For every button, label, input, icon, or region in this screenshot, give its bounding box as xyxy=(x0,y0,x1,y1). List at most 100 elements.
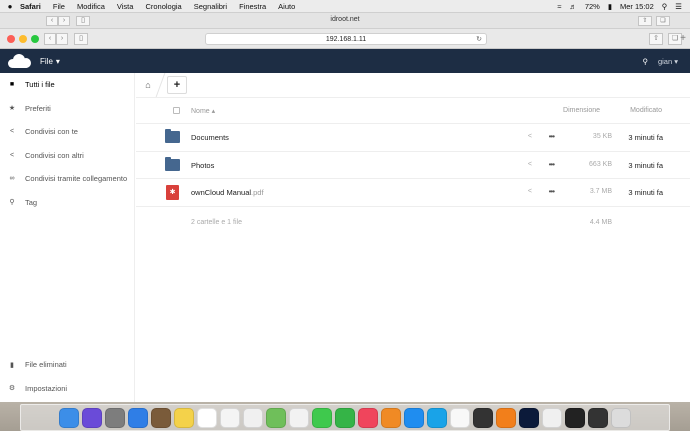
nav-shared-with-you[interactable]: < Condivisi con te xyxy=(0,120,134,144)
clock[interactable]: Mer 15:02 xyxy=(620,2,654,11)
nav-all-files[interactable]: ■ Tutti i file xyxy=(0,73,134,97)
finder-icon[interactable] xyxy=(59,407,79,428)
file-name[interactable]: Photos xyxy=(191,161,214,170)
launchpad-icon[interactable] xyxy=(105,407,125,428)
chrome-icon[interactable] xyxy=(542,407,562,428)
share-icon[interactable]: < xyxy=(528,188,532,195)
reminders-icon[interactable] xyxy=(243,407,263,428)
tab-bar: ‹ › ▯ idroot.net ⇧ ❏ xyxy=(0,13,690,29)
photoshop-icon[interactable] xyxy=(519,407,539,428)
messages-icon[interactable] xyxy=(312,407,332,428)
skype-icon[interactable] xyxy=(427,407,447,428)
nav-shared-with-others[interactable]: < Condivisi con altri xyxy=(0,144,134,168)
close-window-icon[interactable] xyxy=(7,34,15,43)
select-all-checkbox[interactable] xyxy=(173,107,180,114)
forward-icon[interactable]: › xyxy=(56,32,68,45)
file-name[interactable]: ownCloud Manual.pdf xyxy=(191,188,264,197)
trash-icon[interactable] xyxy=(611,407,631,428)
sort-by-modified[interactable]: Modificato xyxy=(630,107,662,114)
calendar-icon[interactable] xyxy=(197,407,217,428)
reload-icon[interactable]: ↻ xyxy=(476,34,482,45)
maps-icon[interactable] xyxy=(266,407,286,428)
vlc-icon[interactable] xyxy=(496,407,516,428)
col-name-label: Nome xyxy=(191,107,210,115)
address-bar[interactable]: 192.168.1.11 ↻ xyxy=(205,33,487,45)
nav-settings[interactable]: ⚙ Impostazioni xyxy=(0,377,135,401)
zoom-window-icon[interactable] xyxy=(31,34,39,43)
nav-favorites[interactable]: ★ Preferiti xyxy=(0,97,134,121)
mail-icon[interactable] xyxy=(151,407,171,428)
console-icon[interactable] xyxy=(588,407,608,428)
volume-icon[interactable]: ♬ xyxy=(569,2,577,11)
stickies-icon[interactable] xyxy=(220,407,240,428)
star-icon: ★ xyxy=(8,105,16,113)
file-size: 3.7 MB xyxy=(589,188,612,195)
safari-icon[interactable] xyxy=(128,407,148,428)
nav-label: Condivisi tramite collegamento xyxy=(25,174,128,184)
facetime-icon[interactable] xyxy=(335,407,355,428)
folder-icon xyxy=(165,129,180,143)
more-actions-icon[interactable]: ••• xyxy=(549,160,555,169)
file-name[interactable]: Documents xyxy=(191,133,229,142)
file-row[interactable]: Documents < ••• 35 KB 3 minuti fa xyxy=(136,124,690,152)
spotlight-icon[interactable]: ⚲ xyxy=(662,2,668,11)
sort-by-name[interactable]: Nome ▴ xyxy=(191,107,215,115)
nav-label: Tag xyxy=(25,197,38,207)
file-row[interactable]: Photos < ••• 663 KB 3 minuti fa xyxy=(136,152,690,179)
minimize-window-icon[interactable] xyxy=(19,34,27,43)
more-actions-icon[interactable]: ••• xyxy=(549,187,555,196)
share-button-icon[interactable]: ⇧ xyxy=(649,32,663,45)
menu-safari[interactable]: Safari xyxy=(20,2,41,11)
trash-icon: ▮ xyxy=(10,361,14,369)
home-icon[interactable]: ⌂ xyxy=(136,80,160,90)
share-icon: < xyxy=(9,151,15,159)
share-icon: < xyxy=(9,128,15,136)
nav-deleted-files[interactable]: ▮ File eliminati xyxy=(0,353,135,377)
nav-label: File eliminati xyxy=(25,360,67,370)
battery-icon[interactable]: ▮ xyxy=(608,2,612,11)
safari-window: ‹ › ▯ idroot.net ⇧ ❏ ‹ › ▯ 192.168.1.11 … xyxy=(0,13,690,402)
new-file-button[interactable]: + xyxy=(167,76,187,94)
app-store-icon[interactable] xyxy=(404,407,424,428)
content-area: ■ Tutti i file ★ Preferiti < Condivisi c… xyxy=(0,73,690,402)
terminal-icon[interactable] xyxy=(565,407,585,428)
browser-toolbar: ‹ › ▯ 192.168.1.11 ↻ ⇧ ❏ xyxy=(0,29,690,49)
more-actions-icon[interactable]: ••• xyxy=(549,132,555,141)
music-icon[interactable] xyxy=(358,407,378,428)
gear-icon: ⚙ xyxy=(8,385,16,393)
menu-help[interactable]: Aiuto xyxy=(278,2,295,11)
siri-icon[interactable] xyxy=(82,407,102,428)
apple-icon[interactable]: ● xyxy=(0,2,20,11)
search-icon[interactable]: ⚲ xyxy=(642,57,648,66)
wifi-icon[interactable]: ≈ xyxy=(557,2,561,11)
file-size: 35 KB xyxy=(592,133,612,140)
tab-title[interactable]: idroot.net xyxy=(0,16,690,23)
menu-view[interactable]: Vista xyxy=(117,2,134,11)
back-icon[interactable]: ‹ xyxy=(44,32,56,45)
owncloud-logo-icon[interactable] xyxy=(8,54,32,68)
nav-tags[interactable]: ⚲ Tag xyxy=(0,191,134,215)
menu-window[interactable]: Finestra xyxy=(239,2,266,11)
menu-bookmarks[interactable]: Segnalibri xyxy=(194,2,227,11)
sort-by-size[interactable]: Dimensione xyxy=(563,107,600,114)
share-icon[interactable]: < xyxy=(528,133,532,140)
menu-edit[interactable]: Modifica xyxy=(77,2,105,11)
notification-center-icon[interactable]: ☰ xyxy=(675,2,682,11)
menubar-status: ≈ ♬ 72% ▮ Mer 15:02 ⚲ ☰ xyxy=(557,2,690,11)
share-icon[interactable]: < xyxy=(528,161,532,168)
file-row[interactable]: ✱ ownCloud Manual.pdf < ••• 3.7 MB 3 min… xyxy=(136,179,690,207)
battery-percent[interactable]: 72% xyxy=(585,2,600,11)
books-icon[interactable] xyxy=(381,407,401,428)
sidebar-icon[interactable]: ▯ xyxy=(74,32,88,45)
photos-icon[interactable] xyxy=(289,407,309,428)
user-menu[interactable]: gian ▾ xyxy=(658,57,678,66)
menu-file[interactable]: File xyxy=(53,2,65,11)
nav-shared-by-link[interactable]: ∞ Condivisi tramite collegamento xyxy=(0,167,134,191)
podcast-icon[interactable] xyxy=(473,407,493,428)
menu-history[interactable]: Cronologia xyxy=(145,2,181,11)
new-tab-icon[interactable]: + xyxy=(676,33,690,45)
textedit-icon[interactable] xyxy=(450,407,470,428)
nav-label: Tutti i file xyxy=(25,80,55,90)
app-menu[interactable]: File ▾ xyxy=(40,57,60,66)
notes-icon[interactable] xyxy=(174,407,194,428)
